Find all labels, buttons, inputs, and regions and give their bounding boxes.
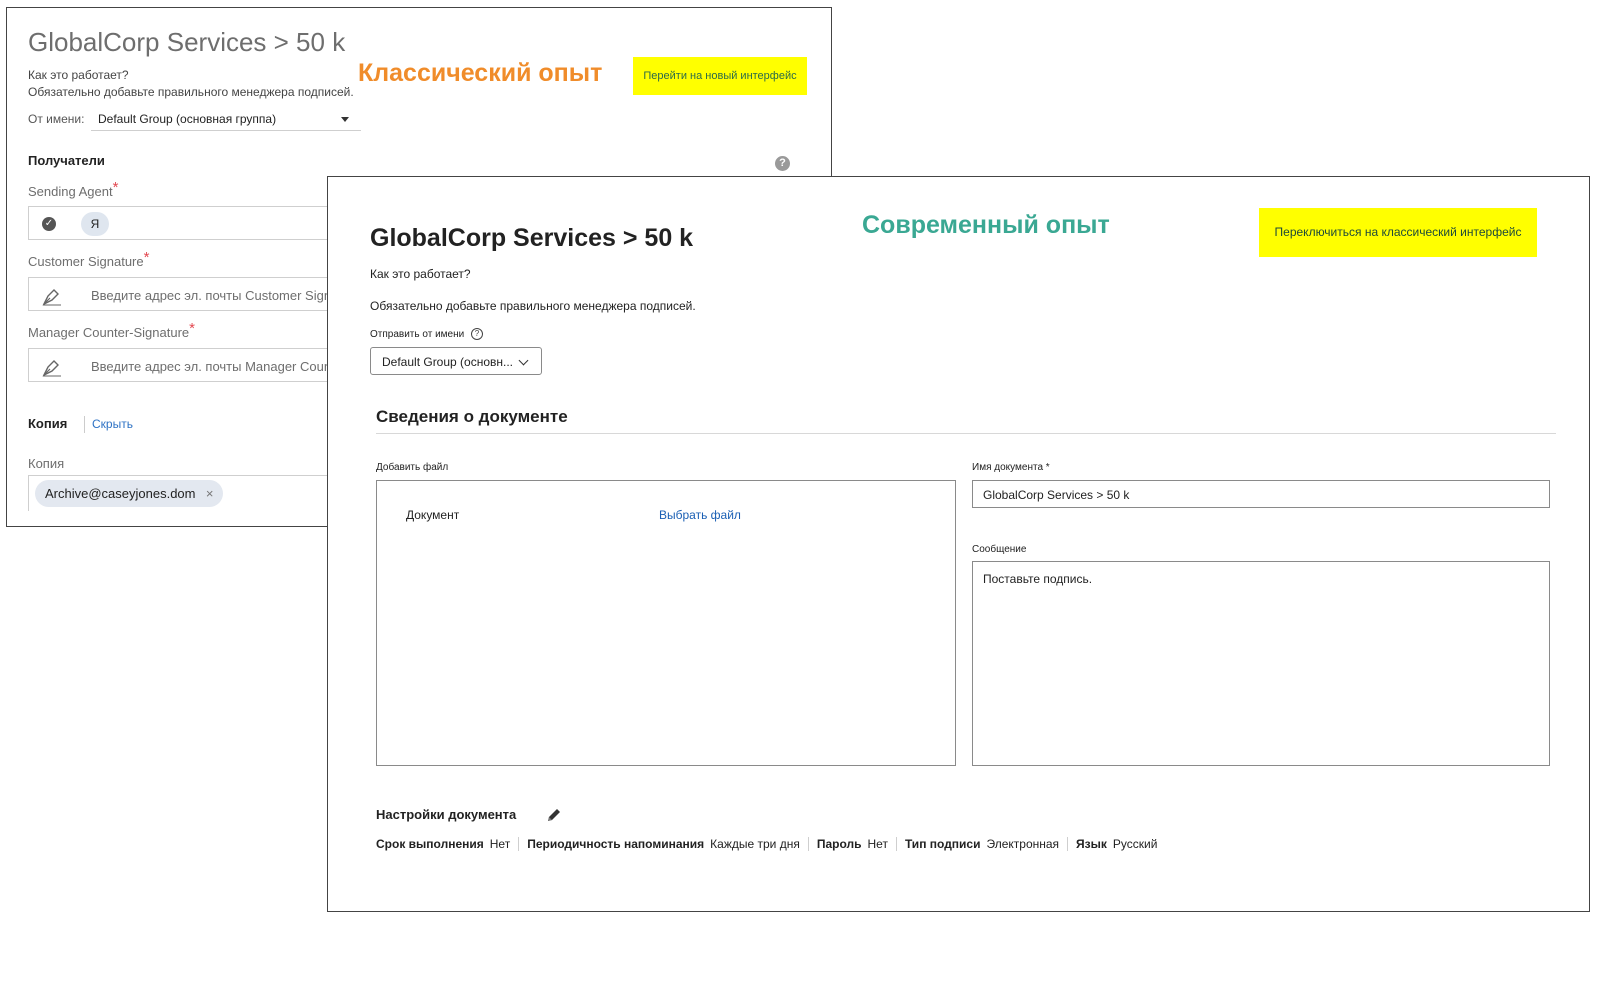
remove-icon[interactable]: × — [206, 480, 214, 507]
manager-countersignature-label: Manager Counter-Signature* — [28, 320, 195, 340]
modern-experience-panel: GlobalCorp Services > 50 k Современный о… — [327, 176, 1590, 912]
switch-to-new-ui-button[interactable]: Перейти на новый интерфейс — [633, 57, 807, 95]
from-label: От имени: — [28, 112, 85, 126]
reminder-key: Периодичность напоминания — [527, 837, 705, 851]
copy-email-chip: Archive@caseyjones.dom × — [35, 480, 224, 507]
customer-signature-label: Customer Signature* — [28, 249, 150, 269]
document-name-input[interactable]: GlobalCorp Services > 50 k — [972, 480, 1550, 508]
sending-agent-chip[interactable]: Я — [81, 212, 109, 236]
recipients-heading: Получатели — [28, 153, 105, 168]
copy-email-text: Archive@caseyjones.dom — [45, 486, 196, 501]
pen-icon — [42, 360, 61, 377]
separator — [518, 837, 520, 851]
hide-copy-link[interactable]: Скрыть — [92, 417, 133, 431]
modern-experience-label: Современный опыт — [862, 211, 1110, 239]
divider — [376, 433, 1556, 434]
page-title: GlobalCorp Services > 50 k — [28, 27, 346, 57]
separator — [1067, 837, 1069, 851]
pencil-icon[interactable] — [546, 807, 562, 823]
reminder-value: Каждые три дня — [710, 837, 800, 851]
copy-field[interactable]: Archive@caseyjones.dom × — [28, 475, 348, 511]
file-drop-area[interactable]: Документ Выбрать файл — [376, 480, 956, 766]
document-name-value: GlobalCorp Services > 50 k — [983, 488, 1130, 502]
language-key: Язык — [1076, 837, 1107, 851]
language-value: Русский — [1112, 837, 1158, 851]
customer-signature-field[interactable]: Введите адрес эл. почты Customer Sign — [28, 277, 348, 311]
document-settings-summary: Срок выполнения Нет Периодичность напоми… — [376, 837, 1165, 851]
help-icon[interactable]: ? — [471, 328, 483, 340]
copy-heading: Копия — [28, 416, 68, 431]
sending-agent-label: Sending Agent* — [28, 179, 119, 199]
message-textarea[interactable]: Поставьте подпись. — [972, 561, 1550, 766]
from-group-value: Default Group (основная группа) — [98, 112, 277, 126]
password-key: Пароль — [816, 837, 862, 851]
caret-down-icon — [341, 117, 349, 122]
pen-icon — [42, 289, 61, 306]
signature-type-value: Электронная — [986, 837, 1060, 851]
instruction-note: Обязательно добавьте правильного менедже… — [28, 85, 354, 99]
message-label: Сообщение — [972, 544, 1027, 555]
how-it-works-text: Как это работает? — [28, 68, 129, 82]
document-name-label: Имя документа * — [972, 462, 1050, 473]
instruction-note: Обязательно добавьте правильного менедже… — [370, 299, 696, 313]
sending-agent-field[interactable]: ✓ Я — [28, 206, 348, 240]
message-value: Поставьте подпись. — [983, 572, 1093, 586]
add-file-label: Добавить файл — [376, 462, 449, 473]
how-it-works-text: Как это работает? — [370, 267, 471, 281]
from-group-select[interactable]: Default Group (основная группа) — [91, 108, 361, 131]
password-value: Нет — [867, 837, 888, 851]
choose-file-link[interactable]: Выбрать файл — [659, 508, 741, 522]
check-circle-icon: ✓ — [42, 217, 56, 231]
send-from-value: Default Group (основн... — [382, 355, 514, 369]
signature-type-key: Тип подписи — [904, 837, 981, 851]
separator — [895, 837, 897, 851]
due-date-key: Срок выполнения — [376, 837, 484, 851]
page-title: GlobalCorp Services > 50 k — [370, 224, 694, 252]
send-from-label: Отправить от имени — [370, 329, 465, 340]
help-icon[interactable]: ? — [775, 156, 790, 171]
chevron-down-icon — [518, 355, 529, 366]
document-details-heading: Сведения о документе — [376, 407, 568, 426]
customer-signature-placeholder: Введите адрес эл. почты Customer Sign — [91, 288, 332, 303]
manager-countersignature-placeholder: Введите адрес эл. почты Manager Coun — [91, 359, 332, 374]
classic-experience-label: Классический опыт — [358, 59, 603, 87]
switch-to-classic-ui-button[interactable]: Переключиться на классический интерфейс — [1259, 208, 1537, 257]
copy-label: Копия — [28, 456, 65, 471]
manager-countersignature-field[interactable]: Введите адрес эл. почты Manager Coun — [28, 348, 348, 382]
document-label: Документ — [406, 508, 460, 522]
due-date-value: Нет — [489, 837, 511, 851]
divider — [84, 416, 85, 433]
document-settings-heading: Настройки документа — [376, 807, 517, 822]
separator — [807, 837, 809, 851]
send-from-select[interactable]: Default Group (основн... — [370, 347, 542, 375]
